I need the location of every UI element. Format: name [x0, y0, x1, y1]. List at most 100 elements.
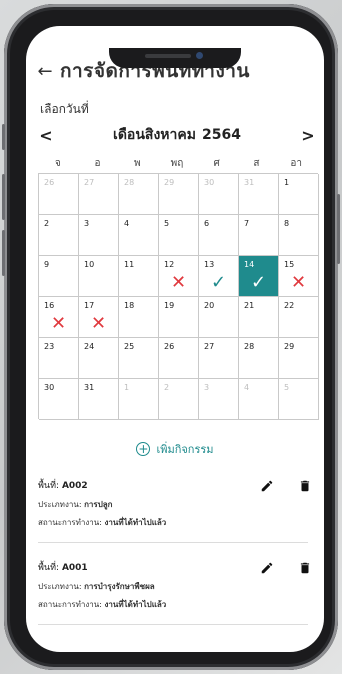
day-number: 29 [164, 178, 175, 187]
volume-up-button [2, 174, 5, 220]
calendar-day[interactable]: 19 [159, 297, 199, 338]
calendar-day[interactable]: 17 ✕ [79, 297, 119, 338]
calendar-day[interactable]: 12 ✕ [159, 256, 199, 297]
status-line: สถานะการทำงาน: งานที่ได้ทำไปแล้ว [38, 516, 316, 529]
calendar-day[interactable]: 10 [79, 256, 119, 297]
arrow-left-icon[interactable]: ← [30, 61, 60, 82]
calendar-day[interactable]: 15 ✕ [279, 256, 319, 297]
type-value: การปลูก [84, 500, 113, 509]
area-code: A002 [61, 481, 88, 491]
weekday-header: จ อ พ พฤ ศ ส อา [38, 156, 316, 171]
calendar-day[interactable]: 13 ✓ [199, 256, 239, 297]
calendar-day[interactable]: 27 [79, 174, 119, 215]
calendar-day[interactable]: 27 [199, 338, 239, 379]
calendar-day[interactable]: 6 [199, 215, 239, 256]
area-label: พื้นที่: [38, 481, 60, 491]
day-number: 2 [44, 219, 50, 228]
calendar-day[interactable]: 2 [39, 215, 79, 256]
calendar-day[interactable]: 29 [159, 174, 199, 215]
calendar-day[interactable]: 3 [199, 379, 239, 420]
calendar-day[interactable]: 22 [279, 297, 319, 338]
day-number: 31 [84, 383, 95, 392]
select-date-label: เลือกวันที่ [40, 102, 89, 116]
calendar-day[interactable]: 3 [79, 215, 119, 256]
edit-icon[interactable] [260, 560, 274, 574]
calendar-day[interactable]: 31 [79, 379, 119, 420]
calendar-day[interactable]: 28 [239, 338, 279, 379]
status-label: สถานะการทำงาน: [38, 600, 102, 609]
delete-icon[interactable] [298, 478, 312, 492]
cross-icon: ✕ [50, 313, 67, 334]
calendar-day[interactable]: 1 [279, 174, 319, 215]
type-label: ประเภทงาน: [38, 582, 82, 591]
activity-card[interactable]: พื้นที่: A002 ประเภทงาน: การปลูก สถานะกา… [38, 478, 316, 534]
chevron-left-icon[interactable]: < [36, 126, 56, 145]
divider [38, 624, 308, 625]
calendar-day[interactable]: 5 [159, 215, 199, 256]
day-number: 30 [204, 178, 215, 187]
calendar-day[interactable]: 11 [119, 256, 159, 297]
chevron-right-icon[interactable]: > [298, 126, 318, 145]
calendar-day[interactable]: 25 [119, 338, 159, 379]
calendar-day[interactable]: 26 [39, 174, 79, 215]
weekday-label: อ [94, 158, 101, 169]
mute-switch [2, 124, 5, 150]
calendar-day[interactable]: 4 [239, 379, 279, 420]
calendar-day[interactable]: 5 [279, 379, 319, 420]
activity-card[interactable]: พื้นที่: A001 ประเภทงาน: การบำรุงรักษาพื… [38, 560, 316, 616]
calendar-day[interactable]: 24 [79, 338, 119, 379]
calendar-day-selected[interactable]: 14 ✓ [239, 256, 279, 297]
calendar-day[interactable]: 29 [279, 338, 319, 379]
month-navigation: < เดือนสิงหาคม 2564 > [36, 124, 318, 146]
calendar-day[interactable]: 21 [239, 297, 279, 338]
day-number: 14 [244, 260, 255, 269]
day-number: 27 [84, 178, 95, 187]
calendar-day[interactable]: 4 [119, 215, 159, 256]
type-value: การบำรุงรักษาพืชผล [84, 582, 155, 591]
status-value: งานที่ได้ทำไปแล้ว [104, 600, 167, 609]
power-button [337, 194, 340, 264]
calendar-grid: 26 27 28 29 30 31 1 2 3 4 5 6 7 8 9 10 11 12 ✕ 13 ✓ 14 ✓ 15 ✕ 16 ✕… [38, 173, 319, 420]
day-number: 15 [284, 260, 295, 269]
calendar-day[interactable]: 30 [199, 174, 239, 215]
day-number: 26 [164, 342, 175, 351]
add-activity-label: เพิ่มกิจกรรม [156, 443, 214, 456]
calendar-day[interactable]: 16 ✕ [39, 297, 79, 338]
add-activity-button[interactable]: + เพิ่มกิจกรรม [26, 440, 324, 458]
calendar-day[interactable]: 8 [279, 215, 319, 256]
day-number: 18 [124, 301, 135, 310]
calendar-day[interactable]: 23 [39, 338, 79, 379]
day-number: 20 [204, 301, 215, 310]
calendar-day[interactable]: 26 [159, 338, 199, 379]
calendar-day[interactable]: 2 [159, 379, 199, 420]
edit-icon[interactable] [260, 478, 274, 492]
day-number: 23 [44, 342, 55, 351]
day-number: 27 [204, 342, 215, 351]
day-number: 3 [204, 383, 210, 392]
calendar-day[interactable]: 1 [119, 379, 159, 420]
day-number: 13 [204, 260, 215, 269]
calendar-day[interactable]: 9 [39, 256, 79, 297]
calendar-day[interactable]: 30 [39, 379, 79, 420]
cross-icon: ✕ [170, 272, 187, 293]
delete-icon[interactable] [298, 560, 312, 574]
day-number: 9 [44, 260, 50, 269]
day-number: 5 [284, 383, 290, 392]
calendar-day[interactable]: 18 [119, 297, 159, 338]
weekday-label: อา [290, 158, 302, 169]
day-number: 4 [244, 383, 250, 392]
front-camera [196, 52, 203, 59]
area-label: พื้นที่: [38, 563, 60, 573]
day-number: 28 [244, 342, 255, 351]
speaker [145, 54, 191, 58]
type-line: ประเภทงาน: การปลูก [38, 498, 316, 511]
day-number: 11 [124, 260, 135, 269]
weekday-label: จ [54, 158, 61, 169]
calendar-day[interactable]: 7 [239, 215, 279, 256]
calendar-day[interactable]: 20 [199, 297, 239, 338]
day-number: 31 [244, 178, 255, 187]
calendar-day[interactable]: 31 [239, 174, 279, 215]
day-number: 19 [164, 301, 175, 310]
divider [38, 542, 308, 543]
calendar-day[interactable]: 28 [119, 174, 159, 215]
